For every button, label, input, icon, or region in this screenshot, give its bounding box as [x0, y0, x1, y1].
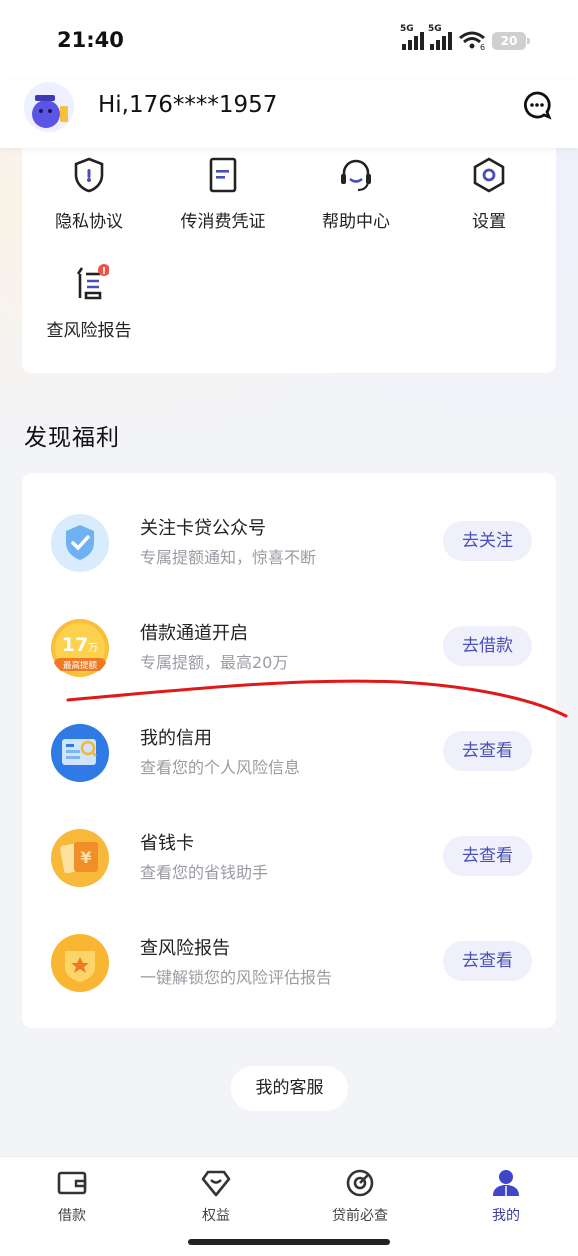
credit-screen-icon — [51, 724, 109, 782]
benefit-row-risk-report[interactable]: 查风险报告 一键解锁您的风险评估报告 去查看 — [22, 919, 556, 1024]
section-title-benefits: 发现福利 — [24, 425, 120, 451]
cellular-signal-icon: 5G — [400, 24, 424, 50]
status-bar: 21:40 5G 5G 6 20 — [0, 0, 578, 80]
nav-item-pre-loan-check[interactable]: 贷前必查 — [310, 1167, 410, 1225]
svg-text:¥: ¥ — [80, 848, 91, 867]
document-icon — [209, 157, 237, 193]
user-icon — [493, 1170, 519, 1196]
view-credit-button[interactable]: 去查看 — [443, 731, 532, 771]
svg-text:最高提额: 最高提额 — [63, 660, 98, 671]
battery-icon: 20 — [492, 32, 530, 50]
shield-check-icon — [51, 514, 109, 572]
status-icons: 5G 5G 6 20 — [400, 24, 530, 50]
headset-icon — [341, 159, 371, 192]
user-greeting: Hi,176****1957 — [98, 92, 278, 118]
nav-item-mine[interactable]: 我的 — [456, 1167, 556, 1225]
menu-item-risk-report[interactable]: ! 查风险报告 — [29, 264, 149, 341]
cellular-signal-icon-2: 5G — [428, 24, 452, 50]
svg-text:万: 万 — [88, 643, 98, 654]
view-saving-card-button[interactable]: 去查看 — [443, 836, 532, 876]
nav-item-loan[interactable]: 借款 — [22, 1167, 122, 1225]
gear-icon — [473, 157, 505, 193]
shield-icon — [74, 157, 104, 193]
diamond-icon — [201, 1170, 231, 1197]
credit-report-icon: ! — [76, 264, 109, 300]
star-report-icon — [51, 934, 109, 992]
target-icon — [346, 1169, 374, 1197]
benefit-row-follow[interactable]: 关注卡贷公众号 专属提额通知，惊喜不断 去关注 — [22, 499, 556, 604]
menu-item-help-center[interactable]: 帮助中心 — [296, 155, 416, 232]
wifi-icon: 6 — [459, 31, 485, 50]
benefit-row-loan[interactable]: 17 万 最高提额 借款通道开启 专属提额，最高20万 去借款 — [22, 604, 556, 709]
nav-item-benefits[interactable]: 权益 — [166, 1167, 266, 1225]
benefit-row-credit[interactable]: 我的信用 查看您的个人风险信息 去查看 — [22, 709, 556, 814]
benefit-row-saving-card[interactable]: ¥ 省钱卡 查看您的省钱助手 去查看 — [22, 814, 556, 919]
yuan-card-icon: ¥ — [51, 829, 109, 887]
svg-text:!: ! — [102, 266, 107, 277]
message-icon[interactable] — [522, 90, 552, 120]
menu-item-settings[interactable]: 设置 — [429, 155, 549, 232]
wallet-icon — [57, 1171, 87, 1195]
avatar[interactable] — [24, 82, 74, 132]
benefits-card: 关注卡贷公众号 专属提额通知，惊喜不断 去关注 17 万 最高提额 借款通道开启… — [22, 473, 556, 1028]
profile-header: Hi,176****1957 — [0, 80, 578, 148]
quick-menu-card: 隐私协议 传消费凭证 帮助中心 设置 ! 查风险报告 — [22, 140, 556, 373]
menu-item-upload-voucher[interactable]: 传消费凭证 — [163, 155, 283, 232]
follow-button[interactable]: 去关注 — [443, 521, 532, 561]
amount-badge-icon: 17 万 最高提额 — [51, 619, 109, 677]
svg-text:17: 17 — [62, 634, 88, 656]
mascot-icon — [24, 82, 74, 132]
customer-service-button[interactable]: 我的客服 — [231, 1066, 348, 1111]
borrow-button[interactable]: 去借款 — [443, 626, 532, 666]
home-indicator[interactable] — [188, 1239, 390, 1245]
svg-text:6: 6 — [480, 43, 485, 50]
status-time: 21:40 — [57, 28, 124, 52]
view-risk-report-button[interactable]: 去查看 — [443, 941, 532, 981]
menu-item-privacy[interactable]: 隐私协议 — [29, 155, 149, 232]
